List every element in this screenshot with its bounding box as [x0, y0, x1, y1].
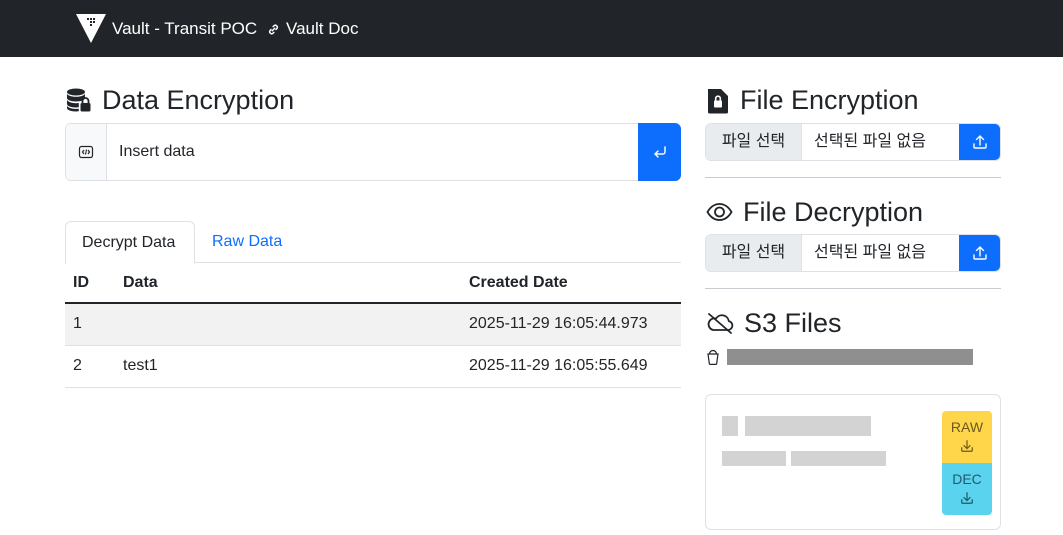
cloud-slash-icon: [706, 312, 734, 334]
file-name-redacted: [745, 416, 871, 436]
data-encryption-title: Data Encryption: [102, 85, 295, 115]
file-encryption-upload-button[interactable]: [959, 124, 1000, 160]
cell-data: test1: [115, 345, 461, 388]
file-name-redacted: [722, 416, 738, 436]
file-decryption-upload-button[interactable]: [959, 235, 1000, 271]
section-divider: [705, 177, 1001, 178]
file-decryption-title: File Decryption: [743, 197, 924, 227]
bucket-icon: [707, 349, 719, 365]
data-table: ID Data Created Date 1 2025-11-29 16:05:…: [65, 263, 681, 388]
navbar: Vault - Transit POC Vault Doc: [0, 0, 1063, 57]
file-encryption-input-group: 파일 선택 선택된 파일 없음: [705, 123, 1001, 161]
vault-doc-label: Vault Doc: [286, 19, 359, 38]
data-input[interactable]: [107, 124, 638, 180]
input-prefix: [66, 124, 107, 180]
cell-created-date: 2025-11-29 16:05:44.973: [461, 303, 681, 346]
header-id: ID: [65, 263, 115, 304]
file-decryption-choose-button[interactable]: 파일 선택: [706, 235, 802, 271]
download-dec-button[interactable]: DEC: [942, 463, 992, 515]
bucket-row: [706, 349, 973, 365]
code-icon: [78, 145, 94, 159]
data-input-group: [65, 123, 681, 181]
tab-decrypt-data[interactable]: Decrypt Data: [65, 221, 195, 264]
cell-id: 2: [65, 345, 115, 388]
file-decryption-status: 선택된 파일 없음: [814, 244, 926, 261]
brand-title[interactable]: Vault - Transit POC: [112, 19, 257, 39]
cell-created-date: 2025-11-29 16:05:55.649: [461, 345, 681, 388]
raw-label: RAW: [950, 419, 984, 435]
cell-id: 1: [65, 303, 115, 346]
file-encryption-title: File Encryption: [740, 85, 919, 115]
table-row: 2 test1 2025-11-29 16:05:55.649: [65, 345, 681, 388]
tab-raw-data[interactable]: Raw Data: [196, 221, 298, 263]
encrypt-submit-button[interactable]: [638, 123, 681, 181]
enter-icon: [653, 146, 666, 158]
file-meta-redacted: [722, 451, 786, 466]
cell-data: [115, 303, 461, 346]
link-icon: [268, 24, 279, 34]
table-row: 1 2025-11-29 16:05:44.973: [65, 303, 681, 346]
vault-logo-icon[interactable]: [76, 14, 106, 43]
upload-icon: [973, 135, 987, 149]
bucket-name-redacted: [727, 349, 973, 365]
file-encryption-status: 선택된 파일 없음: [814, 133, 926, 150]
upload-icon: [973, 246, 987, 260]
section-divider: [705, 288, 1001, 289]
vault-doc-link[interactable]: Vault Doc: [267, 19, 358, 39]
table-header-row: ID Data Created Date: [65, 263, 681, 304]
s3-files-title: S3 Files: [744, 308, 842, 338]
download-icon: [961, 492, 973, 504]
header-data: Data: [115, 263, 461, 304]
download-raw-button[interactable]: RAW: [942, 411, 992, 463]
database-lock-icon: [66, 87, 92, 113]
header-created-date: Created Date: [461, 263, 681, 304]
file-meta-redacted: [791, 451, 886, 466]
file-encryption-heading: File Encryption: [706, 84, 919, 116]
download-icon: [961, 440, 973, 452]
file-encryption-choose-button[interactable]: 파일 선택: [706, 124, 802, 160]
dec-label: DEC: [952, 471, 982, 487]
file-lock-icon: [706, 87, 730, 114]
eye-icon: [706, 201, 733, 223]
data-encryption-heading: Data Encryption: [66, 84, 294, 116]
file-decryption-input-group: 파일 선택 선택된 파일 없음: [705, 234, 1001, 272]
file-decryption-heading: File Decryption: [706, 196, 923, 228]
s3-files-heading: S3 Files: [706, 307, 842, 339]
data-tabs: Decrypt Data Raw Data: [65, 221, 681, 264]
s3-file-card: RAW DEC: [705, 394, 1001, 530]
